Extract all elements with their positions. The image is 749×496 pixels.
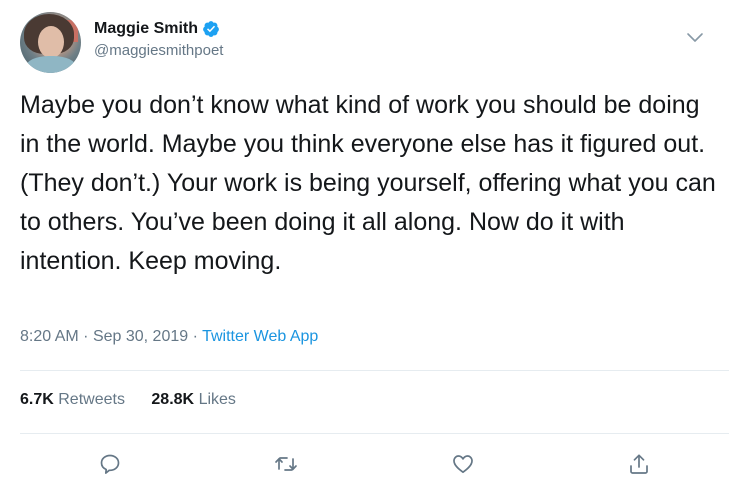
display-name-row: Maggie Smith	[94, 18, 223, 40]
likes-stat[interactable]: 28.8K Likes	[151, 391, 236, 409]
like-button[interactable]	[451, 452, 475, 476]
tweet-actions	[0, 447, 749, 481]
verified-badge-icon	[202, 20, 220, 38]
share-button[interactable]	[627, 452, 651, 476]
tweet-date[interactable]: Sep 30, 2019	[93, 328, 188, 345]
meta-separator: ·	[192, 328, 198, 345]
speech-bubble-icon	[98, 452, 122, 476]
author-names: Maggie Smith @maggiesmithpoet	[94, 18, 223, 59]
heart-icon	[451, 452, 475, 476]
tweet-header: Maggie Smith @maggiesmithpoet	[20, 12, 729, 74]
retweet-button[interactable]	[274, 452, 298, 476]
avatar-face	[38, 26, 64, 58]
share-icon	[627, 452, 651, 476]
reply-button[interactable]	[98, 452, 122, 476]
retweets-count: 6.7K	[20, 391, 54, 408]
divider	[20, 433, 729, 434]
retweets-label: Retweets	[58, 391, 125, 408]
avatar-shirt	[26, 56, 76, 73]
divider	[20, 370, 729, 371]
tweet-text: Maybe you don’t know what kind of work y…	[20, 91, 716, 275]
likes-label: Likes	[198, 391, 236, 408]
retweets-stat[interactable]: 6.7K Retweets	[20, 391, 125, 409]
tweet-metadata: 8:20 AM · Sep 30, 2019 · Twitter Web App	[20, 328, 318, 346]
retweet-icon	[274, 452, 298, 476]
author-handle[interactable]: @maggiesmithpoet	[94, 42, 223, 59]
tweet-source-link[interactable]: Twitter Web App	[202, 328, 318, 345]
tweet-card: Maggie Smith @maggiesmithpoet Maybe you …	[0, 0, 749, 496]
avatar[interactable]	[20, 12, 81, 73]
chevron-down-icon[interactable]	[685, 28, 705, 48]
tweet-time[interactable]: 8:20 AM	[20, 328, 79, 345]
likes-count: 28.8K	[151, 391, 195, 408]
meta-separator: ·	[83, 328, 89, 345]
author-display-name[interactable]: Maggie Smith	[94, 20, 198, 38]
tweet-stats: 6.7K Retweets 28.8K Likes	[20, 391, 258, 409]
